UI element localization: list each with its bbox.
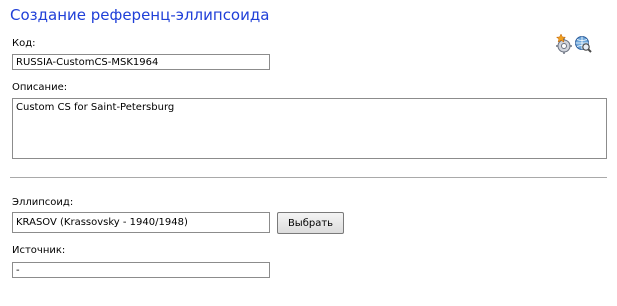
ellipsoid-label: Эллипсоид:: [12, 197, 74, 208]
source-label: Источник:: [12, 245, 66, 256]
ellipsoid-input[interactable]: [12, 212, 270, 233]
gear-star-icon[interactable]: [555, 33, 573, 54]
globe-search-icon[interactable]: [574, 34, 592, 54]
code-label: Код:: [12, 38, 36, 49]
page-title: Создание референц-эллипсоида: [10, 6, 270, 24]
section-divider: [10, 177, 607, 178]
source-input[interactable]: [12, 262, 270, 278]
select-ellipsoid-button[interactable]: Выбрать: [277, 212, 344, 234]
description-textarea[interactable]: Custom CS for Saint-Petersburg: [12, 98, 607, 159]
description-label: Описание:: [12, 82, 68, 93]
code-input[interactable]: [12, 54, 270, 70]
